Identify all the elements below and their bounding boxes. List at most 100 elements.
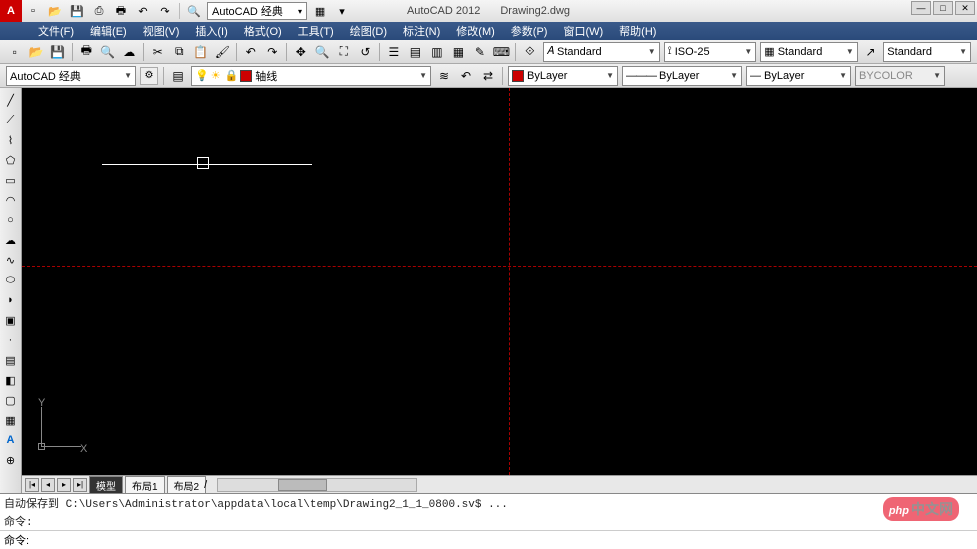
chevron-down-icon[interactable]: ▼	[744, 47, 752, 56]
publish-icon[interactable]: ☁	[120, 42, 140, 62]
chevron-down-icon[interactable]: ▼	[648, 47, 656, 56]
workspace-input[interactable]	[212, 5, 298, 17]
ws-settings-button[interactable]: ⚙	[140, 67, 158, 85]
qat-undo-icon[interactable]: ↶	[133, 2, 153, 20]
cut-icon[interactable]: ✂	[148, 42, 168, 62]
mlstyle-combo[interactable]: ▼	[883, 42, 971, 62]
layermatch-icon[interactable]: ⇄	[478, 66, 498, 86]
menu-format[interactable]: 格式(O)	[236, 23, 290, 39]
gradient-icon[interactable]: ◧	[2, 371, 20, 389]
qat-search-icon[interactable]: 🔍	[184, 2, 204, 20]
linetype-combo[interactable]: ———▼	[622, 66, 742, 86]
chevron-down-icon[interactable]: ▼	[419, 71, 427, 80]
ssm-icon[interactable]: ▦	[449, 42, 469, 62]
xline-icon[interactable]: ⟋	[2, 111, 20, 129]
command-input[interactable]	[29, 532, 973, 548]
dimstyle-combo[interactable]: ⟟▼	[664, 42, 757, 62]
zoomprev-icon[interactable]: ↺	[356, 42, 376, 62]
tab-model[interactable]: 模型	[89, 476, 123, 494]
redo2-icon[interactable]: ↷	[263, 42, 283, 62]
chevron-down-icon[interactable]: ▾	[298, 7, 302, 16]
rect-icon[interactable]: ▭	[2, 171, 20, 189]
menu-edit[interactable]: 编辑(E)	[82, 23, 135, 39]
chevron-down-icon[interactable]: ▼	[730, 71, 738, 80]
dc-icon[interactable]: ▤	[406, 42, 426, 62]
qat-grid-icon[interactable]: ▦	[310, 2, 330, 20]
workspace2-combo[interactable]: ▼	[6, 66, 136, 86]
ellipse-icon[interactable]: ⬭	[2, 271, 20, 289]
menu-view[interactable]: 视图(V)	[135, 23, 188, 39]
chevron-down-icon[interactable]: ▼	[124, 71, 132, 80]
annot-icon[interactable]: ⟐	[520, 42, 540, 62]
layer-combo[interactable]: 💡 ☀ 🔒 ▼	[191, 66, 431, 86]
region-icon[interactable]: ▢	[2, 391, 20, 409]
mtext-icon[interactable]: A	[2, 431, 20, 449]
menu-help[interactable]: 帮助(H)	[611, 23, 664, 39]
menu-tools[interactable]: 工具(T)	[290, 23, 342, 39]
addsel-icon[interactable]: ⊕	[2, 451, 20, 469]
point-icon[interactable]: ·	[2, 331, 20, 349]
mleader-icon[interactable]: ↗	[861, 42, 881, 62]
qat-saveas-icon[interactable]: ⎙	[89, 2, 109, 20]
menu-insert[interactable]: 插入(I)	[187, 23, 235, 39]
paste-icon[interactable]: 📋	[191, 42, 211, 62]
layerprev-icon[interactable]: ↶	[456, 66, 476, 86]
zoomext-icon[interactable]: ⛶	[334, 42, 354, 62]
chevron-down-icon[interactable]: ▼	[606, 71, 614, 80]
undo2-icon[interactable]: ↶	[241, 42, 261, 62]
spline-icon[interactable]: ∿	[2, 251, 20, 269]
chevron-down-icon[interactable]: ▼	[846, 47, 854, 56]
table-icon[interactable]: ▦	[2, 411, 20, 429]
copy-icon[interactable]: ⧉	[170, 42, 190, 62]
hatch-icon[interactable]: ▤	[2, 351, 20, 369]
save-icon[interactable]: 💾	[48, 42, 68, 62]
tab-layout1[interactable]: 布局1	[125, 476, 165, 494]
app-logo-icon[interactable]: A	[0, 0, 22, 22]
qat-new-icon[interactable]: ▫	[23, 2, 43, 20]
arc-icon[interactable]: ◠	[2, 191, 20, 209]
minimize-button[interactable]: —	[911, 1, 931, 15]
lineweight-combo[interactable]: —▼	[746, 66, 851, 86]
textstyle-combo[interactable]: 𝐴▼	[543, 42, 660, 62]
qat-plot-icon[interactable]: 🖶	[111, 2, 131, 20]
workspace-dropdown[interactable]: ▾	[207, 2, 307, 20]
hscrollbar[interactable]	[217, 478, 417, 492]
polygon-icon[interactable]: ⬠	[2, 151, 20, 169]
tab-last-icon[interactable]: ▸|	[73, 478, 87, 492]
menu-draw[interactable]: 绘图(D)	[342, 23, 395, 39]
props-icon[interactable]: ☰	[384, 42, 404, 62]
calc-icon[interactable]: ⌨	[492, 42, 512, 62]
plot-icon[interactable]: 🖶	[77, 42, 97, 62]
menu-window[interactable]: 窗口(W)	[555, 23, 611, 39]
pan-icon[interactable]: ✥	[291, 42, 311, 62]
zoom-icon[interactable]: 🔍	[313, 42, 333, 62]
chevron-down-icon[interactable]: ▼	[839, 71, 847, 80]
menu-file[interactable]: 文件(F)	[30, 23, 82, 39]
tab-first-icon[interactable]: |◂	[25, 478, 39, 492]
block-icon[interactable]: ▣	[2, 311, 20, 329]
menu-modify[interactable]: 修改(M)	[448, 23, 503, 39]
qat-redo-icon[interactable]: ↷	[155, 2, 175, 20]
match-icon[interactable]: 🖌	[213, 42, 233, 62]
menu-dimension[interactable]: 标注(N)	[395, 23, 448, 39]
open-icon[interactable]: 📂	[27, 42, 47, 62]
mk-icon[interactable]: ✎	[470, 42, 490, 62]
preview-icon[interactable]: 🔍	[98, 42, 118, 62]
new-icon[interactable]: ▫	[5, 42, 25, 62]
tab-layout2[interactable]: 布局2	[167, 476, 207, 494]
color-combo[interactable]: ▼	[508, 66, 618, 86]
qat-open-icon[interactable]: 📂	[45, 2, 65, 20]
circle-icon[interactable]: ○	[2, 211, 20, 229]
layeriso-icon[interactable]: ≋	[434, 66, 454, 86]
tab-prev-icon[interactable]: ◂	[41, 478, 55, 492]
maximize-button[interactable]: □	[933, 1, 953, 15]
tablestyle-combo[interactable]: ▦▼	[760, 42, 858, 62]
tab-next-icon[interactable]: ▸	[57, 478, 71, 492]
close-button[interactable]: ✕	[955, 1, 975, 15]
chevron-down-icon[interactable]: ▼	[959, 47, 967, 56]
line-icon[interactable]: ╱	[2, 91, 20, 109]
cloud-icon[interactable]: ☁	[2, 231, 20, 249]
plotstyle-combo[interactable]: ▼	[855, 66, 945, 86]
menu-parametric[interactable]: 参数(P)	[503, 23, 556, 39]
chevron-down-icon[interactable]: ▼	[933, 71, 941, 80]
